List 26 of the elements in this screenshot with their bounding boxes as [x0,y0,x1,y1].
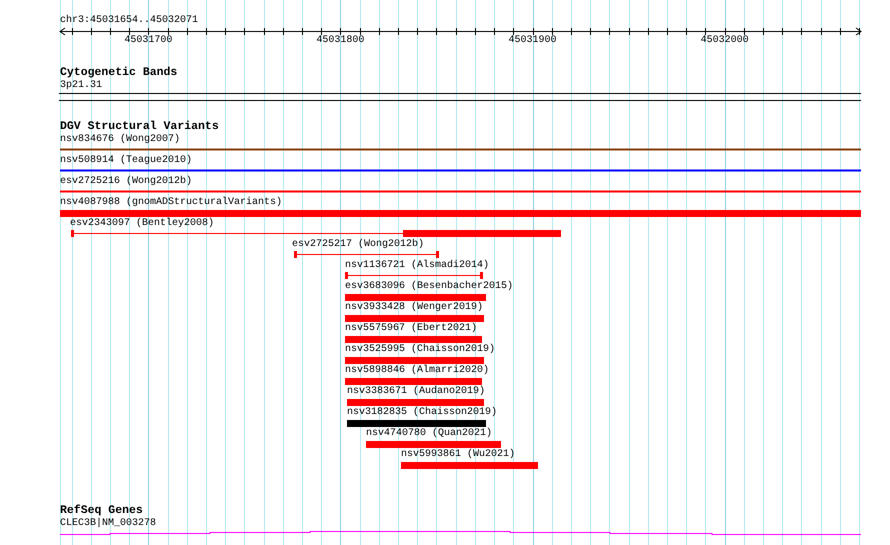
band-label: 3p21.31 [60,80,102,92]
variant-label: nsv508914 (Teague2010) [60,155,192,167]
variant-label: nsv3525995 (Chaisson2019) [345,344,496,356]
variant-label: nsv834676 (Wong2007) [60,134,180,146]
tick-label: 45031700 [124,35,172,47]
variant-label: nsv3383671 (Audano2019) [347,386,486,398]
variant-label: nsv5898846 (Almarri2020) [345,365,490,377]
tick-label: 45032000 [700,35,749,47]
variant-label: nsv1136721 (Alsmadi2014) [345,260,490,272]
variant-label: esv2343097 (Bentley2008) [70,218,214,230]
track-title: DGV Structural Variants [60,121,219,133]
variant-label: nsv3933428 (Wenger2019) [345,302,484,314]
tick-label: 45031800 [316,35,364,47]
track-title: Cytogenetic Bands [60,67,178,79]
variant-label: nsv5575967 (Ebert2021) [345,323,478,335]
location-label: chr3:45031654..45032071 [60,15,198,27]
variant-label: esv2725216 (Wong2012b) [60,176,192,188]
track-title: RefSeq Genes [60,505,143,517]
variant-label: nsv5993861 (Wu2021) [401,449,516,461]
gene-label: CLEC3B|NM_003278 [60,518,156,530]
variant-label: esv2725217 (Wong2012b) [292,239,424,251]
variant-label: nsv4087988 (gnomADStructuralVariants) [60,197,282,209]
tick-label: 45031900 [508,35,557,47]
variant-label: nsv4740780 (Quan2021) [366,428,492,440]
variant-label: nsv3182835 (Chaisson2019) [347,407,498,419]
variant-label: esv3683096 (Besenbacher2015) [345,281,514,293]
